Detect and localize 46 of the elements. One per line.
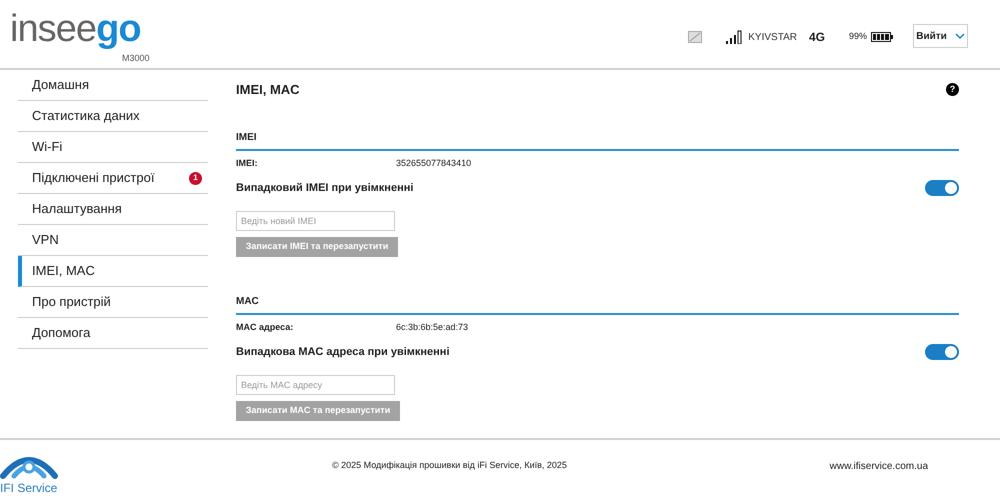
sidebar-item-label: Підключені пристрої (32, 169, 154, 188)
sidebar-item[interactable]: Налаштування (18, 194, 208, 225)
chevron-down-icon (954, 33, 965, 39)
sidebar-item-label: Налаштування (32, 200, 122, 218)
sidebar-item[interactable]: Wi-Fi (18, 132, 208, 163)
operator-name: KYIVSTAR (748, 30, 797, 44)
sidebar-item-label: Про пристрій (32, 293, 111, 312)
input-field[interactable]: Ведіть MAC адресу (236, 374, 395, 394)
section-heading: MAC (236, 294, 259, 308)
sidebar-item[interactable]: Підключені пристрої 1 (18, 163, 208, 194)
model-name: M3000 (122, 52, 150, 65)
toggle-switch[interactable] (925, 180, 959, 196)
sidebar-item-label: VPN (32, 231, 59, 250)
signal-icon (726, 30, 744, 44)
sidebar-item[interactable]: VPN (18, 225, 208, 256)
field-label: MAC адреса: (236, 320, 294, 334)
sidebar-item-label: Wi-Fi (32, 138, 62, 156)
copyright-text: © 2025 Модифікація прошивки від iFi Service, Київ, 2025 (332, 459, 567, 472)
toggle-switch[interactable] (925, 344, 959, 360)
field-value: 352655077843410 (396, 156, 472, 170)
toggle-label: Випадкова MAC адреса при увімкненні (236, 345, 450, 360)
brand-logo: inseego (10, 10, 142, 48)
sidebar-item-label: Допомога (32, 324, 90, 342)
section-heading: IMEI (236, 130, 257, 144)
toggle-label: Випадковий IMEI при увімкненні (236, 181, 414, 196)
sidebar-item[interactable]: Допомога (18, 318, 208, 349)
sim-card-icon (688, 31, 702, 43)
sidebar-item-label: IMEI, MAC (32, 262, 95, 280)
logout-button[interactable]: Вийти (913, 24, 968, 48)
logo-text: IFI Service (0, 482, 58, 494)
sidebar-item-label: Домашня (32, 76, 89, 94)
count-badge: 1 (189, 172, 202, 184)
battery-icon (871, 32, 893, 42)
battery-percent: 99% (848, 30, 867, 44)
sidebar-item[interactable]: Про пристрій (18, 287, 208, 318)
website-link[interactable]: www.ifiservice.com.ua (830, 458, 928, 474)
help-icon[interactable]: ? (946, 83, 959, 96)
sidebar-item[interactable]: IMEI, MAC (18, 256, 208, 287)
field-value: 6c:3b:6b:5e:ad:73 (396, 320, 468, 334)
input-field[interactable]: Ведіть новий IMEI (236, 210, 395, 230)
sidebar-item[interactable]: Домашня (18, 70, 208, 101)
network-type: 4G (808, 29, 825, 46)
field-label: IMEI: (236, 156, 258, 170)
page-title: IMEI, MAC (236, 81, 300, 99)
sidebar-item-label: Статистика даних (32, 107, 140, 126)
sidebar-item[interactable]: Статистика даних (18, 101, 208, 132)
